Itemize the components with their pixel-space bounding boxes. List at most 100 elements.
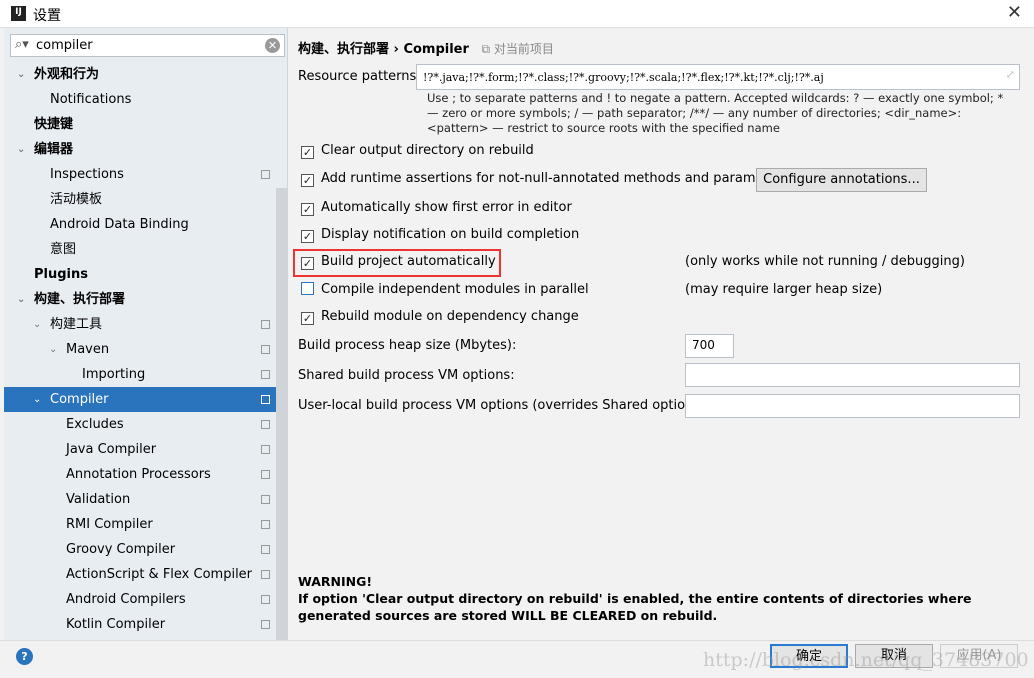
checkbox-option[interactable]: Compile independent modules in parallel bbox=[301, 281, 589, 299]
tree-item-label: 外观和行为 bbox=[34, 67, 100, 82]
resource-patterns-input[interactable]: !?*.java;!?*.form;!?*.class;!?*.groovy;!… bbox=[416, 64, 1020, 90]
user-vm-label: User-local build process VM options (ove… bbox=[298, 398, 710, 413]
tree-item[interactable]: ⌄ 外观和行为 bbox=[4, 62, 276, 87]
breadcrumb-parent: 构建、执行部署 bbox=[298, 42, 390, 57]
checkbox-label: Rebuild module on dependency change bbox=[321, 309, 579, 324]
tree-item[interactable]: Java Compiler bbox=[4, 437, 276, 462]
project-scope-icon bbox=[261, 170, 270, 179]
project-scope-label: 对当前项目 bbox=[493, 42, 554, 56]
resource-patterns-label: Resource patterns: bbox=[298, 69, 421, 84]
tree-item-label: Android Data Binding bbox=[50, 217, 189, 232]
tree-item-label: Compiler bbox=[50, 392, 109, 407]
tree-item[interactable]: Plugins bbox=[4, 262, 276, 287]
tree-item-label: 编辑器 bbox=[34, 142, 74, 157]
tree-item[interactable]: ⌄ 编辑器 bbox=[4, 137, 276, 162]
checkbox-label: Display notification on build completion bbox=[321, 227, 580, 242]
tree-item[interactable]: Inspections bbox=[4, 162, 276, 187]
tree-item-label: Maven bbox=[66, 342, 110, 357]
project-scope-icon bbox=[261, 620, 270, 629]
tree-item[interactable]: Validation bbox=[4, 487, 276, 512]
checkbox-label: Clear output directory on rebuild bbox=[321, 143, 534, 158]
checkbox-option[interactable]: ✓ Display notification on build completio… bbox=[301, 226, 579, 244]
compiler-settings-panel: 构建、执行部署 › Compiler ⧉ 对当前项目 Resource patt… bbox=[289, 28, 1034, 640]
tree-item-label: Validation bbox=[66, 492, 131, 507]
shared-vm-input[interactable] bbox=[685, 363, 1020, 387]
breadcrumb-current: Compiler bbox=[403, 42, 469, 57]
tree-item[interactable]: Excludes bbox=[4, 412, 276, 437]
user-vm-input[interactable] bbox=[685, 394, 1020, 418]
checkbox[interactable]: ✓ bbox=[301, 146, 314, 159]
tree-item[interactable]: 意图 bbox=[4, 237, 276, 262]
checkbox-note: (may require larger heap size) bbox=[685, 282, 883, 297]
project-scope-icon bbox=[261, 345, 270, 354]
tree-item-label: Java Compiler bbox=[66, 442, 157, 457]
project-scope-icon bbox=[261, 570, 270, 579]
tree-item-label: Plugins bbox=[34, 267, 88, 282]
project-scope-icon bbox=[261, 420, 270, 429]
breadcrumb-separator: › bbox=[393, 42, 399, 57]
tree-item[interactable]: Annotation Processors bbox=[4, 462, 276, 487]
tree-item[interactable]: Android Data Binding bbox=[4, 212, 276, 237]
tree-item-label: ActionScript & Flex Compiler bbox=[66, 567, 253, 582]
tree-item[interactable]: RMI Compiler bbox=[4, 512, 276, 537]
tree-item[interactable]: Groovy Compiler bbox=[4, 537, 276, 562]
tree-item-label: 快捷键 bbox=[34, 117, 74, 132]
checkbox-label: Automatically show first error in editor bbox=[321, 200, 572, 215]
tree-item[interactable]: Importing bbox=[4, 362, 276, 387]
chevron-down-icon[interactable]: ⌄ bbox=[49, 337, 57, 362]
tree-item[interactable]: Kotlin Compiler bbox=[4, 612, 276, 637]
chevron-down-icon[interactable]: ⌄ bbox=[33, 387, 41, 412]
sidebar-scrollbar[interactable] bbox=[276, 188, 287, 640]
breadcrumb: 构建、执行部署 › Compiler ⧉ 对当前项目 bbox=[298, 38, 554, 57]
project-scope-icon bbox=[261, 395, 270, 404]
project-scope-icon bbox=[261, 545, 270, 554]
highlight-box bbox=[293, 249, 501, 277]
tree-item[interactable]: Notifications bbox=[4, 87, 276, 112]
expand-icon[interactable]: ⤢ bbox=[1006, 68, 1015, 81]
search-icon: ⌕▾ bbox=[15, 37, 29, 52]
heap-size-input[interactable]: 700 bbox=[685, 334, 734, 358]
dialog-footer: ? 确定 取消 应用(A) http://blog.csdn.net/qq_37… bbox=[0, 640, 1034, 678]
checkbox-note: (only works while not running / debuggin… bbox=[685, 254, 965, 269]
tree-item[interactable]: ⌄ 构建工具 bbox=[4, 312, 276, 337]
configure-annotations-button[interactable]: Configure annotations... bbox=[756, 168, 927, 192]
project-scope-icon: ⧉ bbox=[481, 42, 491, 56]
checkbox-option[interactable]: ✓ Clear output directory on rebuild bbox=[301, 142, 534, 160]
tree-item-label: 活动模板 bbox=[50, 192, 103, 207]
checkbox-option[interactable]: ✓ Add runtime assertions for not-null-ann… bbox=[301, 170, 789, 188]
project-scope-icon bbox=[261, 320, 270, 329]
tree-item-label: Groovy Compiler bbox=[66, 542, 176, 557]
checkbox-option[interactable]: ✓ Automatically show first error in edito… bbox=[301, 199, 572, 217]
checkbox[interactable]: ✓ bbox=[301, 203, 314, 216]
tree-item[interactable]: ⌄ Maven bbox=[4, 337, 276, 362]
checkbox-option[interactable]: ✓ Rebuild module on dependency change bbox=[301, 308, 579, 326]
resource-patterns-value: !?*.java;!?*.form;!?*.class;!?*.groovy;!… bbox=[423, 71, 824, 84]
close-button[interactable]: ✕ bbox=[1007, 2, 1022, 23]
clear-search-icon[interactable]: ✕ bbox=[265, 38, 280, 53]
search-input[interactable]: ⌕▾ compiler ✕ bbox=[10, 34, 285, 57]
project-scope-icon bbox=[261, 445, 270, 454]
tree-item[interactable]: 快捷键 bbox=[4, 112, 276, 137]
warning-message: WARNING! If option 'Clear output directo… bbox=[298, 573, 1018, 624]
tree-item[interactable]: Android Compilers bbox=[4, 587, 276, 612]
tree-item-label: Annotation Processors bbox=[66, 467, 211, 482]
chevron-down-icon[interactable]: ⌄ bbox=[33, 312, 41, 337]
window-title: 设置 bbox=[33, 8, 61, 24]
chevron-down-icon[interactable]: ⌄ bbox=[17, 62, 25, 87]
tree-item[interactable]: ⌄ Compiler bbox=[4, 387, 276, 412]
tree-item[interactable]: ActionScript & Flex Compiler bbox=[4, 562, 276, 587]
checkbox[interactable] bbox=[301, 282, 314, 295]
tree-item[interactable]: 活动模板 bbox=[4, 187, 276, 212]
shared-vm-label: Shared build process VM options: bbox=[298, 368, 515, 383]
help-button[interactable]: ? bbox=[16, 648, 33, 665]
project-scope-icon bbox=[261, 595, 270, 604]
search-value: compiler bbox=[36, 38, 93, 53]
resource-patterns-help: Use ; to separate patterns and ! to nega… bbox=[427, 91, 1004, 135]
checkbox[interactable]: ✓ bbox=[301, 312, 314, 325]
chevron-down-icon[interactable]: ⌄ bbox=[17, 287, 25, 312]
checkbox[interactable]: ✓ bbox=[301, 174, 314, 187]
tree-item-label: Notifications bbox=[50, 92, 132, 107]
chevron-down-icon[interactable]: ⌄ bbox=[17, 137, 25, 162]
tree-item[interactable]: ⌄ 构建、执行部署 bbox=[4, 287, 276, 312]
checkbox[interactable]: ✓ bbox=[301, 230, 314, 243]
